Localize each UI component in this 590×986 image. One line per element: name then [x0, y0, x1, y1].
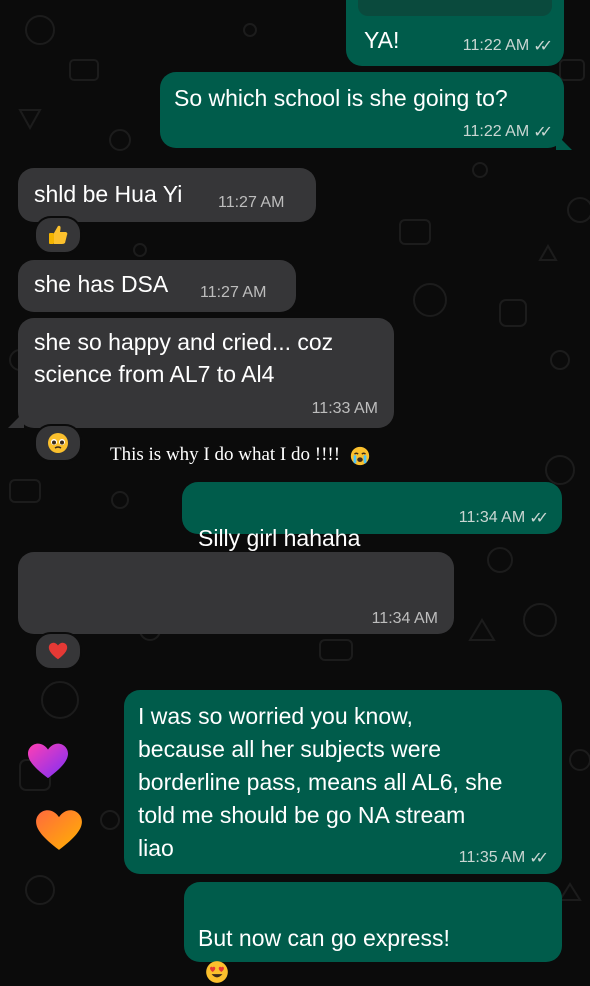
message-bubble-incoming[interactable]: she has DSA 11:27 AM [18, 260, 296, 312]
read-ticks-icon: ✓✓ [529, 850, 549, 867]
message-text: YA! [364, 27, 400, 53]
message-time: 11:34 AM ✓✓ [459, 508, 549, 528]
message-time: 11:35 AM ✓✓ [459, 848, 549, 868]
message-time: 11:27 AM [200, 284, 267, 301]
pleading-face-icon [48, 433, 68, 453]
message-text: she so happy and cried... coz science fr… [34, 329, 334, 387]
message-text: But now can go express! [198, 890, 450, 986]
quoted-preview [358, 0, 552, 16]
message-bubble-outgoing[interactable]: YA! 11:22 AM ✓✓ [346, 0, 564, 66]
reaction-badge[interactable] [34, 632, 82, 670]
message-bubble-incoming[interactable]: she so happy and cried... coz science fr… [18, 318, 394, 428]
loudly-crying-face-icon [350, 446, 369, 465]
red-heart-icon [48, 642, 68, 660]
heart-eyes-icon [206, 961, 228, 983]
message-time: 11:22 AM ✓✓ [463, 36, 553, 56]
message-text: she has DSA [34, 271, 169, 297]
overlay-caption: This is why I do what I do !!!! [110, 444, 371, 467]
read-ticks-icon: ✓✓ [533, 38, 553, 55]
message-text: I was so worried you know, because all h… [138, 703, 503, 861]
orange-heart-sticker [36, 810, 82, 850]
message-time: 11:34 AM [371, 610, 438, 627]
message-time: 11:33 AM [311, 400, 378, 417]
message-bubble-incoming[interactable]: 11:34 AM [18, 552, 454, 634]
reaction-badge[interactable] [34, 216, 82, 254]
reaction-badge[interactable] [34, 424, 82, 462]
message-bubble-outgoing[interactable]: So which school is she going to? 11:22 A… [160, 72, 564, 148]
purple-heart-sticker [28, 743, 68, 779]
message-bubble-incoming[interactable]: shld be Hua Yi 11:27 AM [18, 168, 316, 222]
read-ticks-icon: ✓✓ [529, 510, 549, 527]
message-bubble-outgoing[interactable]: But now can go express! [184, 882, 562, 983]
message-text: shld be Hua Yi [34, 181, 183, 207]
message-text: So which school is she going to? [174, 85, 508, 111]
read-ticks-icon: ✓✓ [533, 124, 553, 141]
message-time: 11:22 AM ✓✓ [463, 122, 553, 142]
message-bubble-outgoing[interactable]: I was so worried you know, because all h… [124, 690, 562, 874]
thumbs-up-icon [49, 225, 68, 244]
message-time: 11:27 AM [218, 194, 285, 211]
message-bubble-outgoing[interactable]: Silly girl hahaha 11:34 AM ✓✓ [182, 482, 562, 583]
